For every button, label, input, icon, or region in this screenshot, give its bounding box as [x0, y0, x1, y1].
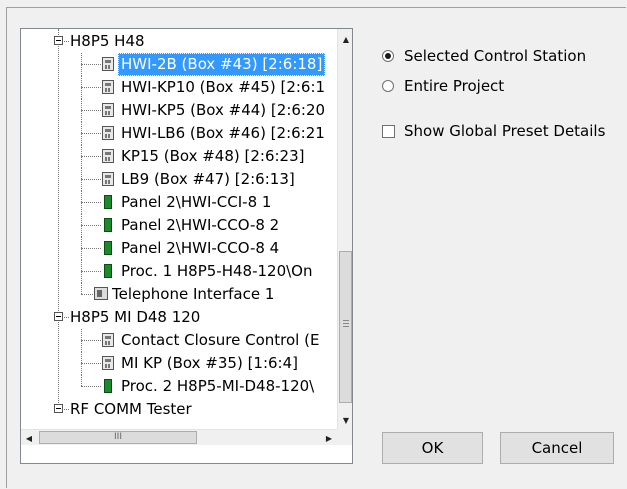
show-global-preset-checkbox[interactable]	[382, 125, 395, 138]
tree-device-label: Panel 2\HWI-CCO-8 4	[121, 239, 280, 257]
panel-module-icon	[104, 218, 112, 232]
tree-content: H8P5 H48 HWI-2B (Box #43) [2:6:18] HWI-KP1…	[21, 29, 337, 429]
tree-device-node[interactable]: Proc. 1 H8P5-H48-120\On	[21, 260, 337, 283]
keypad-device-icon	[102, 172, 114, 186]
telephone-interface-icon	[94, 287, 108, 300]
tree-device-node[interactable]: LB9 (Box #47) [2:6:13]	[21, 168, 337, 191]
tree-device-label: Telephone Interface 1	[112, 285, 275, 303]
scroll-grip-label: III	[114, 432, 122, 442]
tree-device-label: HWI-LB6 (Box #46) [2:6:21	[121, 124, 325, 142]
tree-group-label: RF COMM Tester	[70, 400, 192, 418]
tree-device-label: HWI-KP5 (Box #44) [2:6:20	[121, 101, 326, 119]
tree-device-label: KP15 (Box #48) [2:6:23]	[121, 147, 305, 165]
tree-group-label: H8P5 H48	[70, 32, 145, 50]
keypad-device-icon	[102, 333, 114, 347]
collapse-node-icon[interactable]	[54, 312, 63, 321]
tree-group-node[interactable]: RF COMM Tester	[21, 398, 337, 421]
keypad-device-icon	[102, 103, 114, 117]
tree-group-node[interactable]: H8P5 H48	[21, 30, 337, 53]
panel-module-icon	[104, 241, 112, 255]
tree-device-label: Panel 2\HWI-CCI-8 1	[121, 193, 272, 211]
tree-device-node[interactable]: Panel 2\HWI-CCI-8 1	[21, 191, 337, 214]
tree-group-label: H8P5 MI D48 120	[70, 308, 201, 326]
tree-device-node[interactable]: MI KP (Box #35) [1:6:4]	[21, 352, 337, 375]
tree-device-node[interactable]: Telephone Interface 1	[21, 283, 337, 306]
tree-device-node[interactable]: HWI-KP10 (Box #45) [2:6:1	[21, 76, 337, 99]
tree-device-node[interactable]: Panel 2\HWI-CCO-8 2	[21, 214, 337, 237]
tree-device-node[interactable]: Proc. 2 H8P5-MI-D48-120\	[21, 375, 337, 398]
radio-entire-project-label: Entire Project	[404, 77, 505, 95]
tree-device-label: MI KP (Box #35) [1:6:4]	[121, 354, 299, 372]
tree-device-node[interactable]: KP15 (Box #48) [2:6:23]	[21, 145, 337, 168]
tree-device-label: HWI-2B (Box #43) [2:6:18]	[118, 53, 326, 76]
collapse-node-icon[interactable]	[54, 404, 63, 413]
show-global-preset-label: Show Global Preset Details	[404, 122, 606, 140]
tree-device-label: Contact Closure Control (E	[121, 331, 320, 349]
tree-device-label: LB9 (Box #47) [2:6:13]	[121, 170, 295, 188]
collapse-node-icon[interactable]	[54, 36, 63, 45]
tree-device-label: Panel 2\HWI-CCO-8 2	[121, 216, 280, 234]
radio-selected-control-station-label: Selected Control Station	[404, 47, 587, 65]
tree-device-node[interactable]: Panel 2\HWI-CCO-8 4	[21, 237, 337, 260]
scroll-up-arrow-icon[interactable]: ▲	[338, 31, 352, 48]
horizontal-scroll-thumb[interactable]: III	[39, 431, 197, 444]
vertical-scroll-thumb[interactable]	[339, 251, 352, 403]
tree-device-node[interactable]: HWI-LB6 (Box #46) [2:6:21	[21, 122, 337, 145]
vertical-scrollbar[interactable]: ▲ ▼	[337, 29, 352, 429]
keypad-device-icon	[102, 149, 114, 163]
scrollbar-corner	[337, 429, 352, 445]
ok-button[interactable]: OK	[382, 432, 483, 464]
panel-module-icon	[104, 195, 112, 209]
tree-device-node[interactable]: HWI-2B (Box #43) [2:6:18]	[21, 53, 337, 76]
keypad-device-icon	[102, 356, 114, 370]
tree-device-label: HWI-KP10 (Box #45) [2:6:1	[121, 78, 326, 96]
tree-device-node[interactable]: Contact Closure Control (E	[21, 329, 337, 352]
scroll-right-arrow-icon[interactable]: ▶	[321, 430, 337, 447]
keypad-device-icon	[102, 57, 114, 71]
panel-module-icon	[104, 264, 112, 278]
tree-device-label: Proc. 1 H8P5-H48-120\On	[121, 262, 313, 280]
tree-device-label: Proc. 2 H8P5-MI-D48-120\	[121, 377, 315, 395]
horizontal-scrollbar[interactable]: ◀ III ▶	[21, 429, 337, 445]
cancel-button[interactable]: Cancel	[500, 432, 614, 464]
tree-group-node[interactable]: H8P5 MI D48 120	[21, 306, 337, 329]
scroll-down-arrow-icon[interactable]: ▼	[338, 412, 352, 429]
panel-module-icon	[104, 379, 112, 393]
control-station-tree[interactable]: H8P5 H48 HWI-2B (Box #43) [2:6:18] HWI-KP1…	[20, 28, 353, 464]
keypad-device-icon	[102, 80, 114, 94]
radio-selected-control-station-indicator[interactable]	[382, 50, 394, 62]
radio-entire-project-indicator[interactable]	[382, 80, 394, 92]
keypad-device-icon	[102, 126, 114, 140]
tree-device-node[interactable]: HWI-KP5 (Box #44) [2:6:20	[21, 99, 337, 122]
scroll-left-arrow-icon[interactable]: ◀	[21, 430, 37, 447]
